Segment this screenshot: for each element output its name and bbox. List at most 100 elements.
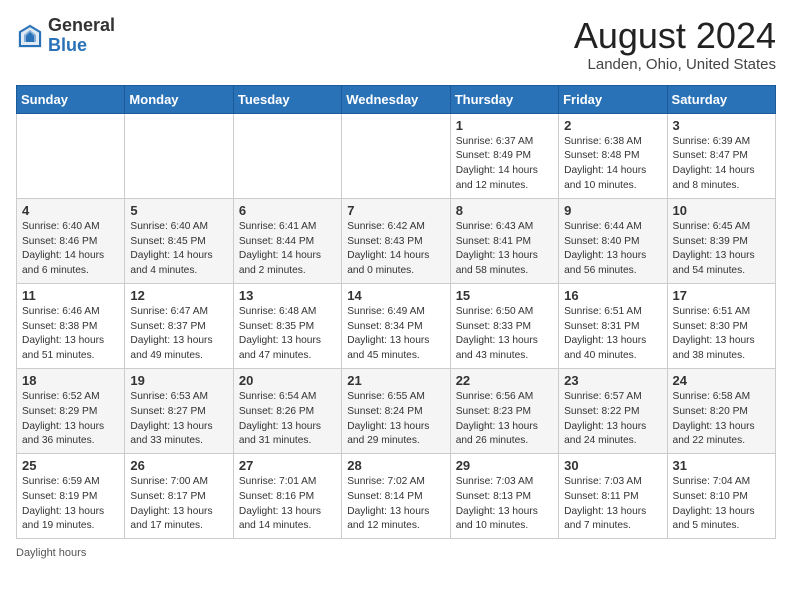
calendar-header-row: SundayMondayTuesdayWednesdayThursdayFrid… <box>17 85 776 113</box>
col-header-monday: Monday <box>125 85 233 113</box>
day-number: 14 <box>347 288 444 303</box>
day-cell-28: 28Sunrise: 7:02 AM Sunset: 8:14 PM Dayli… <box>342 454 450 539</box>
day-number: 8 <box>456 203 553 218</box>
day-cell-25: 25 Sunrise: 6:59 AM Sunset: 8:19 PM Dayli… <box>17 454 125 539</box>
day-cell-30: 30 Sunrise: 7:03 AM Sunset: 8:11 PM Dayli… <box>559 454 667 539</box>
day-info: Sunrise: 6:48 AM Sunset: 8:35 PM Dayligh… <box>239 305 336 364</box>
col-header-tuesday: Tuesday <box>233 85 341 113</box>
day-info: Sunrise: 6:50 AM Sunset: 8:33 PM Dayligh… <box>456 305 553 364</box>
day-info: Sunrise: 6:51 AM Sunset: 8:30 PM Dayligh… <box>673 305 770 364</box>
day-cell-21: 21Sunrise: 6:55 AM Sunset: 8:24 PM Dayli… <box>342 368 450 453</box>
day-number: 7 <box>347 203 444 218</box>
day-cell-11: 11 Sunrise: 6:46 AM Sunset: 8:38 PM Dayli… <box>17 283 125 368</box>
day-cell-4: 4 Sunrise: 6:40 AM Sunset: 8:46 PM Daylig… <box>17 198 125 283</box>
day-info: Sunrise: 7:03 AM Sunset: 8:11 PM Dayligh… <box>564 475 661 534</box>
day-cell-empty <box>17 113 125 198</box>
day-number: 12 <box>130 288 227 303</box>
day-number: 6 <box>239 203 336 218</box>
week-row-5: 25 Sunrise: 6:59 AM Sunset: 8:19 PM Dayli… <box>17 454 776 539</box>
day-number: 27 <box>239 458 336 473</box>
day-cell-5: 5Sunrise: 6:40 AM Sunset: 8:45 PM Daylig… <box>125 198 233 283</box>
day-cell-18: 18Sunrise: 6:52 AM Sunset: 8:29 PM Dayli… <box>17 368 125 453</box>
col-header-sunday: Sunday <box>17 85 125 113</box>
day-cell-12: 12 Sunrise: 6:47 AM Sunset: 8:37 PM Dayli… <box>125 283 233 368</box>
calendar: SundayMondayTuesdayWednesdayThursdayFrid… <box>16 85 776 540</box>
week-row-4: 18Sunrise: 6:52 AM Sunset: 8:29 PM Dayli… <box>17 368 776 453</box>
day-info: Sunrise: 6:38 AM Sunset: 8:48 PM Dayligh… <box>564 135 661 194</box>
day-info: Sunrise: 6:51 AM Sunset: 8:31 PM Dayligh… <box>564 305 661 364</box>
day-cell-1: 1 Sunrise: 6:37 AM Sunset: 8:49 PM Daylig… <box>450 113 558 198</box>
day-info: Sunrise: 7:03 AM Sunset: 8:13 PM Dayligh… <box>456 475 553 534</box>
logo-text: General Blue <box>48 16 115 56</box>
day-info: Sunrise: 6:37 AM Sunset: 8:49 PM Dayligh… <box>456 135 553 194</box>
day-cell-3: 3 Sunrise: 6:39 AM Sunset: 8:47 PM Daylig… <box>667 113 775 198</box>
day-cell-8: 8Sunrise: 6:43 AM Sunset: 8:41 PM Daylig… <box>450 198 558 283</box>
daylight-hours-label: Daylight hours <box>16 547 86 559</box>
day-info: Sunrise: 6:59 AM Sunset: 8:19 PM Dayligh… <box>22 475 119 534</box>
day-cell-16: 16 Sunrise: 6:51 AM Sunset: 8:31 PM Dayli… <box>559 283 667 368</box>
day-number: 23 <box>564 373 661 388</box>
week-row-3: 11 Sunrise: 6:46 AM Sunset: 8:38 PM Dayli… <box>17 283 776 368</box>
day-info: Sunrise: 6:41 AM Sunset: 8:44 PM Dayligh… <box>239 220 336 279</box>
header: General Blue August 2024 Landen, Ohio, U… <box>16 16 776 73</box>
day-cell-22: 22 Sunrise: 6:56 AM Sunset: 8:23 PM Dayli… <box>450 368 558 453</box>
day-info: Sunrise: 6:57 AM Sunset: 8:22 PM Dayligh… <box>564 390 661 449</box>
day-info: Sunrise: 6:54 AM Sunset: 8:26 PM Dayligh… <box>239 390 336 449</box>
day-cell-6: 6 Sunrise: 6:41 AM Sunset: 8:44 PM Daylig… <box>233 198 341 283</box>
day-info: Sunrise: 6:44 AM Sunset: 8:40 PM Dayligh… <box>564 220 661 279</box>
day-info: Sunrise: 6:47 AM Sunset: 8:37 PM Dayligh… <box>130 305 227 364</box>
day-number: 26 <box>130 458 227 473</box>
footer-note: Daylight hours <box>16 547 776 559</box>
day-info: Sunrise: 6:56 AM Sunset: 8:23 PM Dayligh… <box>456 390 553 449</box>
day-cell-23: 23 Sunrise: 6:57 AM Sunset: 8:22 PM Dayli… <box>559 368 667 453</box>
day-number: 16 <box>564 288 661 303</box>
day-cell-empty <box>233 113 341 198</box>
week-row-2: 4 Sunrise: 6:40 AM Sunset: 8:46 PM Daylig… <box>17 198 776 283</box>
day-cell-17: 17Sunrise: 6:51 AM Sunset: 8:30 PM Dayli… <box>667 283 775 368</box>
day-cell-19: 19Sunrise: 6:53 AM Sunset: 8:27 PM Dayli… <box>125 368 233 453</box>
day-number: 31 <box>673 458 770 473</box>
day-cell-24: 24Sunrise: 6:58 AM Sunset: 8:20 PM Dayli… <box>667 368 775 453</box>
col-header-friday: Friday <box>559 85 667 113</box>
day-number: 25 <box>22 458 119 473</box>
day-number: 13 <box>239 288 336 303</box>
day-cell-15: 15 Sunrise: 6:50 AM Sunset: 8:33 PM Dayli… <box>450 283 558 368</box>
day-cell-31: 31Sunrise: 7:04 AM Sunset: 8:10 PM Dayli… <box>667 454 775 539</box>
day-cell-29: 29 Sunrise: 7:03 AM Sunset: 8:13 PM Dayli… <box>450 454 558 539</box>
day-number: 20 <box>239 373 336 388</box>
logo: General Blue <box>16 16 115 56</box>
day-number: 18 <box>22 373 119 388</box>
day-info: Sunrise: 6:40 AM Sunset: 8:45 PM Dayligh… <box>130 220 227 279</box>
day-cell-empty <box>342 113 450 198</box>
day-info: Sunrise: 6:40 AM Sunset: 8:46 PM Dayligh… <box>22 220 119 279</box>
day-number: 30 <box>564 458 661 473</box>
day-number: 15 <box>456 288 553 303</box>
col-header-thursday: Thursday <box>450 85 558 113</box>
day-info: Sunrise: 6:53 AM Sunset: 8:27 PM Dayligh… <box>130 390 227 449</box>
day-number: 3 <box>673 118 770 133</box>
day-number: 1 <box>456 118 553 133</box>
day-number: 11 <box>22 288 119 303</box>
day-number: 9 <box>564 203 661 218</box>
day-cell-13: 13 Sunrise: 6:48 AM Sunset: 8:35 PM Dayli… <box>233 283 341 368</box>
day-number: 29 <box>456 458 553 473</box>
day-number: 22 <box>456 373 553 388</box>
month-year: August 2024 <box>574 16 776 56</box>
day-cell-7: 7 Sunrise: 6:42 AM Sunset: 8:43 PM Daylig… <box>342 198 450 283</box>
day-number: 28 <box>347 458 444 473</box>
col-header-saturday: Saturday <box>667 85 775 113</box>
day-info: Sunrise: 6:42 AM Sunset: 8:43 PM Dayligh… <box>347 220 444 279</box>
day-number: 4 <box>22 203 119 218</box>
day-cell-20: 20 Sunrise: 6:54 AM Sunset: 8:26 PM Dayli… <box>233 368 341 453</box>
title-block: August 2024 Landen, Ohio, United States <box>574 16 776 73</box>
logo-icon <box>16 22 44 50</box>
day-number: 2 <box>564 118 661 133</box>
day-number: 10 <box>673 203 770 218</box>
day-cell-10: 10 Sunrise: 6:45 AM Sunset: 8:39 PM Dayli… <box>667 198 775 283</box>
day-cell-27: 27Sunrise: 7:01 AM Sunset: 8:16 PM Dayli… <box>233 454 341 539</box>
day-info: Sunrise: 6:55 AM Sunset: 8:24 PM Dayligh… <box>347 390 444 449</box>
day-info: Sunrise: 6:45 AM Sunset: 8:39 PM Dayligh… <box>673 220 770 279</box>
day-info: Sunrise: 6:46 AM Sunset: 8:38 PM Dayligh… <box>22 305 119 364</box>
day-info: Sunrise: 6:39 AM Sunset: 8:47 PM Dayligh… <box>673 135 770 194</box>
col-header-wednesday: Wednesday <box>342 85 450 113</box>
